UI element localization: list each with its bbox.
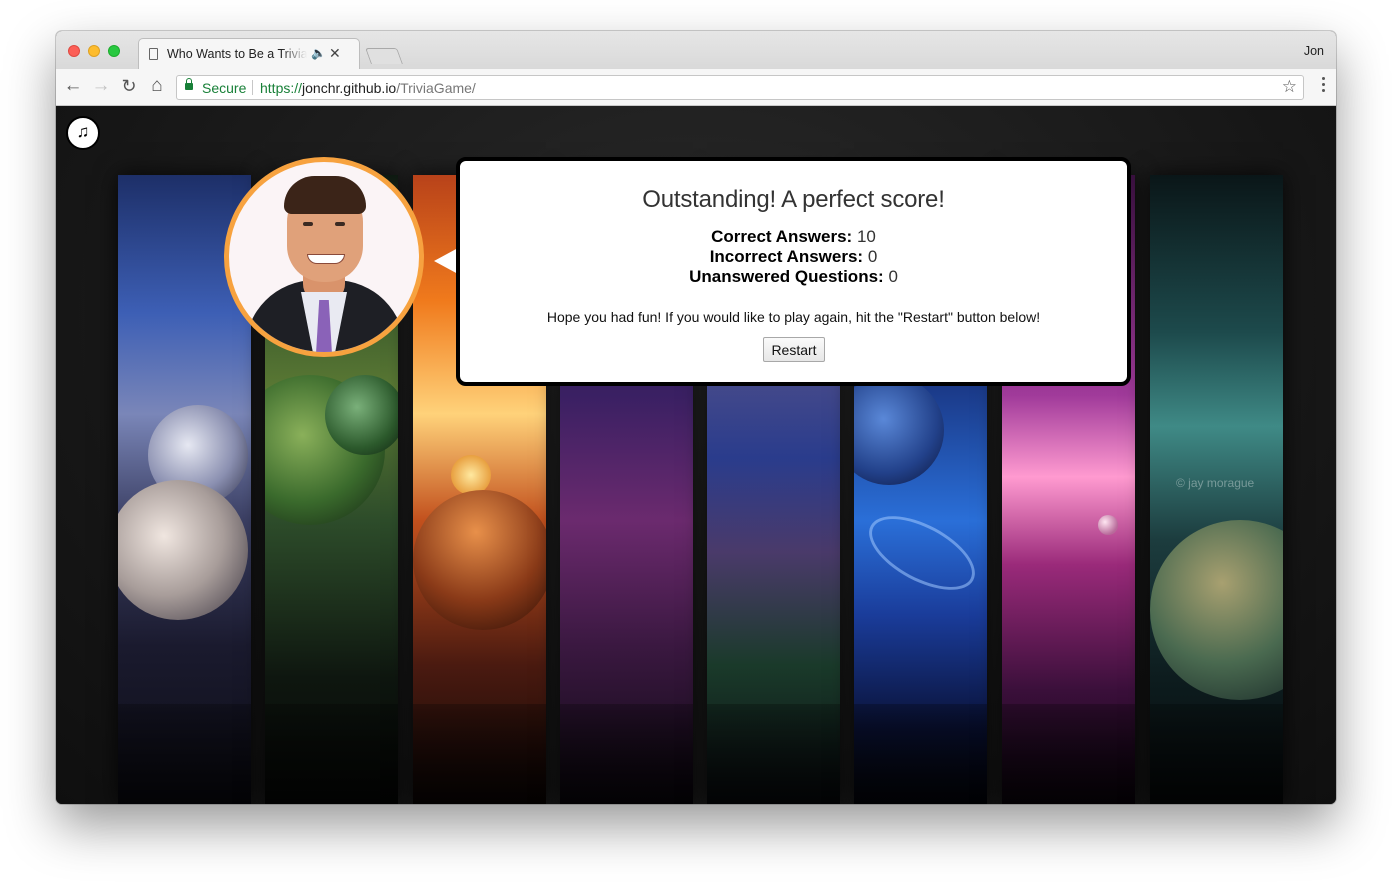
tab-strip: Who Wants to Be a Trivia Master 🔈 ✕ Jon <box>56 31 1336 70</box>
host-smile <box>307 254 345 264</box>
url-host: jonchr.github.io <box>302 80 397 96</box>
address-bar[interactable]: Secure https://jonchr.github.io/TriviaGa… <box>176 75 1304 100</box>
window-minimize-button[interactable] <box>88 45 100 57</box>
stat-label: Unanswered Questions: <box>689 267 884 286</box>
stat-label: Incorrect Answers: <box>709 247 864 266</box>
result-title: Outstanding! A perfect score! <box>642 186 945 213</box>
space-panel-8: © jay morague <box>1150 175 1283 804</box>
restart-button[interactable]: Restart <box>763 337 825 362</box>
back-button[interactable]: ← <box>62 75 84 97</box>
address-divider <box>252 80 253 95</box>
incorrect-answers-stat: Incorrect Answers: 0 <box>460 247 1127 267</box>
planet-image <box>1150 520 1283 700</box>
stat-label: Correct Answers: <box>711 227 853 246</box>
security-label[interactable]: Secure <box>202 80 246 96</box>
music-toggle-button[interactable]: ♫ <box>66 116 100 150</box>
sun-image <box>451 455 491 495</box>
results-speech-bubble: Outstanding! A perfect score! Correct An… <box>456 157 1131 386</box>
reload-button[interactable]: ↻ <box>118 75 140 97</box>
browser-window: Who Wants to Be a Trivia Master 🔈 ✕ Jon … <box>56 31 1336 804</box>
page-viewport: © jay morague ♫ Outstanding! A perfect s… <box>56 106 1336 804</box>
tab-close-icon[interactable]: ✕ <box>329 45 341 62</box>
host-eye <box>335 222 345 226</box>
music-note-icon: ♫ <box>76 122 90 141</box>
window-close-button[interactable] <box>68 45 80 57</box>
artist-watermark: © jay morague <box>1176 476 1255 490</box>
tab-title: Who Wants to Be a Trivia Master <box>167 47 307 61</box>
host-avatar <box>224 157 424 357</box>
moon-image <box>1098 515 1118 535</box>
planet-image <box>854 375 944 485</box>
url-scheme: https:// <box>260 80 303 96</box>
bookmark-star-icon[interactable]: ☆ <box>1282 77 1297 97</box>
home-button[interactable]: ⌂ <box>146 75 168 97</box>
speech-bubble-tail <box>434 248 458 274</box>
planet-image <box>325 375 398 455</box>
unanswered-questions-stat: Unanswered Questions: 0 <box>460 267 1127 287</box>
planet-image <box>413 490 546 630</box>
correct-answers-stat: Correct Answers: 10 <box>460 227 1127 247</box>
planet-image <box>118 480 248 620</box>
profile-name[interactable]: Jon <box>1304 44 1324 58</box>
lock-icon <box>185 78 193 90</box>
forward-button[interactable]: → <box>90 75 112 97</box>
host-hair <box>284 176 366 214</box>
browser-toolbar: ← → ↻ ⌂ Secure https://jonchr.github.io/… <box>56 69 1336 106</box>
page-icon <box>149 48 158 60</box>
kebab-menu-icon[interactable] <box>1322 77 1326 97</box>
url-text[interactable]: https://jonchr.github.io/TriviaGame/ <box>260 80 476 96</box>
tab-trivia-game[interactable]: Who Wants to Be a Trivia Master 🔈 ✕ <box>138 38 360 70</box>
planet-ring-image <box>857 501 987 605</box>
host-eye <box>303 222 313 226</box>
stat-value: 0 <box>888 267 898 286</box>
stat-value: 0 <box>867 247 878 266</box>
speaker-icon[interactable]: 🔈 <box>311 46 326 60</box>
window-maximize-button[interactable] <box>108 45 120 57</box>
new-tab-button[interactable] <box>365 48 403 64</box>
url-path: /TriviaGame/ <box>396 80 476 96</box>
result-message: Hope you had fun! If you would like to p… <box>546 309 1041 325</box>
stat-value: 10 <box>856 227 876 246</box>
